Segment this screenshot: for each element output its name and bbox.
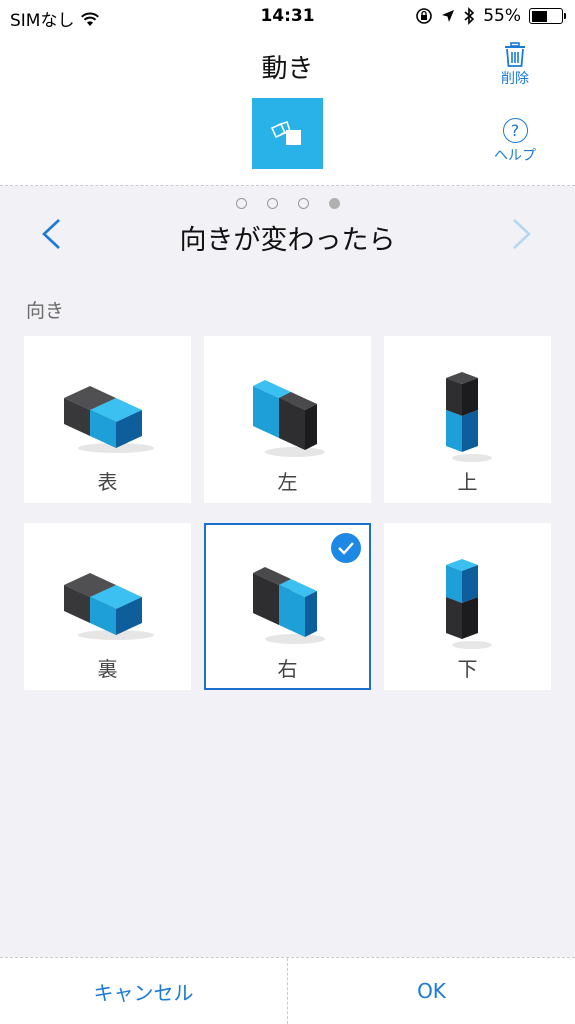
orientation-option[interactable]: 裏 [24, 523, 191, 690]
bluetooth-icon [464, 7, 475, 25]
help-label: ヘルプ [494, 148, 536, 164]
right-side-cube-icon [206, 553, 369, 653]
status-right: 55% [415, 6, 566, 26]
battery-icon [529, 8, 566, 24]
trash-icon [505, 42, 525, 67]
face-down-cube-icon [26, 553, 189, 653]
orientation-lock-icon [416, 8, 433, 24]
orientation-option-label: 裏 [97, 657, 118, 681]
chevron-right-icon [513, 219, 531, 249]
delete-button[interactable]: 削除 [491, 42, 539, 88]
bottom-side-cube-icon [386, 553, 549, 653]
orientation-option[interactable]: 下 [384, 523, 551, 690]
footer: キャンセル OK [0, 957, 575, 1024]
orientation-section-label: 向き [26, 300, 65, 322]
header: 動き 削除 ? ヘルプ [0, 34, 575, 186]
top-side-cube-icon [386, 366, 549, 466]
orientation-option-label: 下 [457, 657, 478, 681]
orientation-option-label: 右 [277, 657, 298, 681]
motion-category-tile [252, 98, 323, 169]
orientation-option-label: 表 [97, 470, 118, 494]
next-button[interactable] [509, 216, 535, 256]
step-title: 向きが変わったら [179, 225, 396, 256]
battery-percent: 55% [483, 6, 521, 26]
left-side-cube-icon [206, 366, 369, 466]
checkmark-icon [331, 533, 361, 563]
page-indicator [0, 198, 575, 209]
page-dot [328, 198, 340, 209]
location-arrow-icon [442, 10, 455, 22]
orientation-option[interactable]: 右 [204, 523, 371, 690]
status-bar: SIMなし 14:31 55% [0, 0, 575, 34]
page-dot [297, 198, 309, 209]
delete-label: 削除 [501, 71, 529, 87]
ok-button[interactable]: OK [288, 958, 575, 1024]
page-dot [266, 198, 278, 209]
help-button[interactable]: ? ヘルプ [487, 118, 543, 165]
battery-fill [531, 10, 548, 22]
orientation-grid: 表 左 上 裏 右 下 [24, 336, 551, 690]
page-title: 動き [261, 54, 314, 84]
page-dot [235, 198, 247, 209]
face-up-cube-icon [26, 366, 189, 466]
step-navigation: 向きが変わったら [0, 212, 575, 258]
orientation-option-label: 左 [277, 470, 298, 494]
orientation-option-label: 上 [457, 470, 478, 494]
orientation-option[interactable]: 上 [384, 336, 551, 503]
cancel-button[interactable]: キャンセル [0, 958, 287, 1024]
orientation-option[interactable]: 左 [204, 336, 371, 503]
shake-cards-icon [270, 120, 301, 145]
orientation-option[interactable]: 表 [24, 336, 191, 503]
help-icon: ? [502, 118, 528, 143]
